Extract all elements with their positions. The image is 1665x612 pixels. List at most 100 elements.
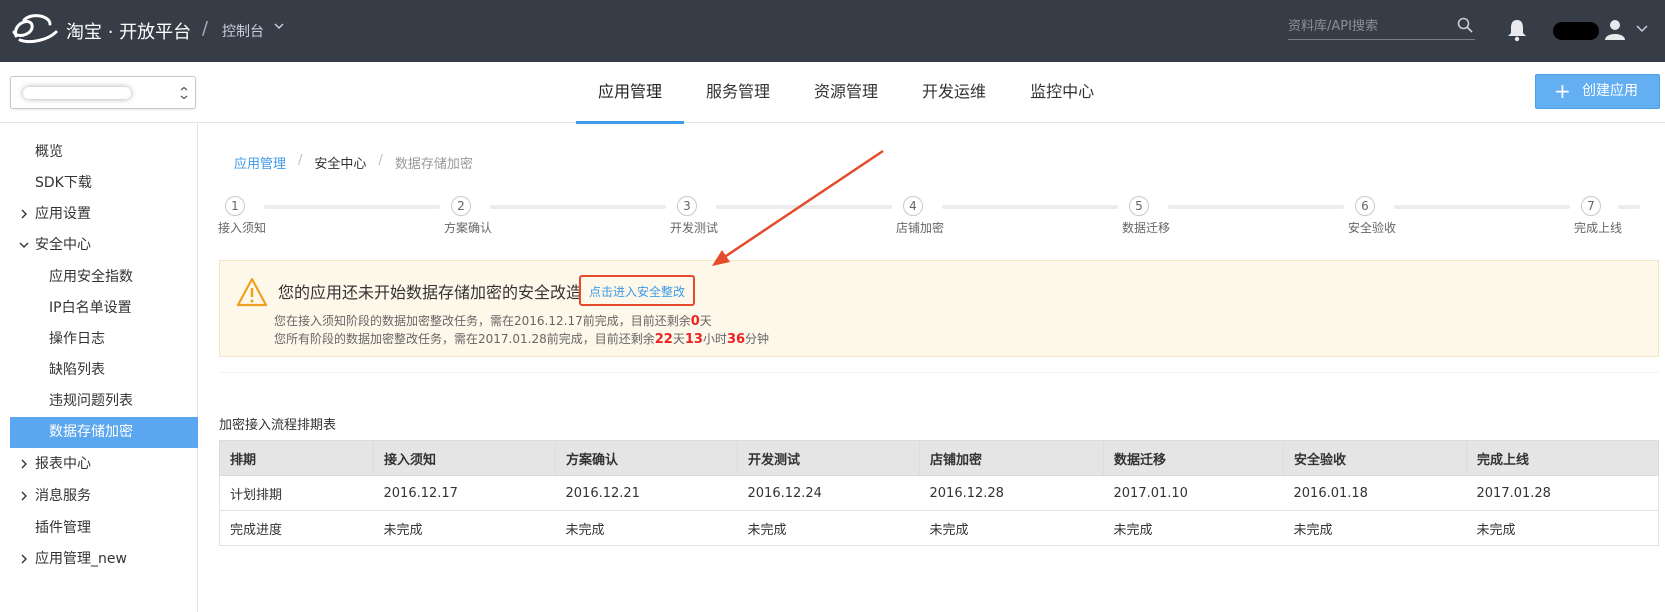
step-connector: [1168, 205, 1344, 209]
table-cell: 2016.01.18: [1283, 475, 1467, 511]
tab-resource-management[interactable]: 资源管理: [792, 62, 900, 123]
days-remaining: 22: [654, 332, 673, 347]
table-cell: 未完成: [1466, 510, 1659, 546]
plus-icon: +: [1554, 79, 1571, 103]
alert-link-highlight: 点击进入安全整改: [579, 275, 695, 306]
step-6: 6 安全验收: [1348, 196, 1396, 236]
sidebar-item-app-settings[interactable]: 应用设置: [10, 199, 198, 230]
table-cell: 未完成: [555, 510, 738, 546]
table-cell: 2016.12.24: [737, 475, 920, 511]
sidebar-item-security-index[interactable]: 应用安全指数: [10, 262, 198, 293]
breadcrumb-app-management[interactable]: 应用管理: [234, 153, 286, 172]
tab-app-management[interactable]: 应用管理: [576, 62, 685, 124]
bell-icon[interactable]: [1506, 18, 1528, 42]
sidebar-item-security-center[interactable]: 安全中心: [10, 230, 198, 261]
step-label: 方案确认: [444, 221, 493, 235]
step-label: 完成上线: [1574, 221, 1623, 235]
sidebar-item-label: 安全中心: [35, 237, 91, 253]
step-progress: 1 接入须知 2 方案确认 3 开发测试 4 店铺加密 5 数据迁移 6 安全验…: [218, 196, 1648, 236]
table-cell: 2017.01.10: [1103, 475, 1284, 511]
chevron-right-icon: [21, 491, 27, 501]
chevron-down-icon: [19, 242, 29, 248]
sidebar-item-label: 报表中心: [35, 456, 91, 472]
step-label: 店铺加密: [896, 221, 945, 235]
alert-title: 您的应用还未开始数据存储加密的安全改造: [278, 283, 583, 302]
column-header: 店铺加密: [919, 440, 1104, 476]
brand-title[interactable]: 淘宝 · 开放平台: [66, 18, 191, 44]
step-connector: [942, 205, 1118, 209]
security-alert: 您的应用还未开始数据存储加密的安全改造 点击进入安全整改 您在接入须知阶段的数据…: [219, 260, 1659, 357]
sidebar-item-report-center[interactable]: 报表中心: [10, 449, 198, 480]
alert-deadline-stage: 您在接入须知阶段的数据加密整改任务，需在2016.12.17前完成，目前还剩余0…: [274, 312, 712, 329]
step-number: 4: [903, 196, 923, 216]
warning-icon: [236, 277, 268, 307]
sidebar-item-defect-list[interactable]: 缺陷列表: [10, 355, 198, 386]
sidebar-item-app-management-new[interactable]: 应用管理_new: [10, 544, 198, 575]
tab-devops[interactable]: 开发运维: [900, 62, 1008, 123]
step-number: 3: [677, 196, 697, 216]
sidebar-item-sdk-download[interactable]: SDK下载: [10, 168, 198, 199]
chevron-right-icon: [21, 209, 27, 219]
column-header: 开发测试: [737, 440, 920, 476]
table-cell: 未完成: [373, 510, 556, 546]
create-app-label: 创建应用: [1582, 83, 1638, 99]
breadcrumb-security-center[interactable]: 安全中心: [314, 153, 366, 172]
table-cell: 2016.12.21: [555, 475, 738, 511]
console-menu[interactable]: 控制台: [222, 21, 264, 41]
table-cell: 2017.01.28: [1466, 475, 1659, 511]
column-header: 完成上线: [1466, 440, 1659, 476]
sidebar-item-violation-list[interactable]: 违规问题列表: [10, 386, 198, 417]
chevron-right-icon: [21, 554, 27, 564]
sidebar-item-ip-whitelist[interactable]: IP白名单设置: [10, 293, 198, 324]
step-number: 1: [225, 196, 245, 216]
step-3: 3 开发测试: [670, 196, 718, 236]
app-selector[interactable]: [10, 76, 196, 109]
chevron-right-icon: [21, 459, 27, 469]
search-input[interactable]: [1288, 14, 1448, 38]
hours-remaining: 13: [684, 332, 703, 347]
header-separator: /: [202, 18, 209, 39]
sidebar-item-label: 应用设置: [35, 206, 91, 222]
table-cell: 未完成: [1103, 510, 1284, 546]
alert-text: 您在接入须知阶段的数据加密整改任务，需在2016.12.17前完成，目前还剩余: [274, 314, 691, 328]
step-connector: [264, 205, 440, 209]
alert-text: 分钟: [745, 332, 770, 346]
step-4: 4 店铺加密: [896, 196, 944, 236]
sidebar-item-data-encryption[interactable]: 数据存储加密: [10, 417, 198, 448]
sidebar-item-message-service[interactable]: 消息服务: [10, 481, 198, 512]
taobao-logo[interactable]: [10, 14, 60, 46]
alert-text: 小时: [702, 332, 727, 346]
table-cell: 未完成: [1283, 510, 1467, 546]
step-number: 7: [1581, 196, 1601, 216]
minutes-remaining: 36: [726, 332, 746, 347]
sidebar-item-overview[interactable]: 概览: [10, 137, 198, 168]
create-app-button[interactable]: + 创建应用: [1535, 74, 1660, 109]
username-redacted[interactable]: [1553, 22, 1599, 40]
table-header-row: 排期 接入须知 方案确认 开发测试 店铺加密 数据迁移 安全验收 完成上线: [219, 440, 1659, 476]
sidebar-item-operation-log[interactable]: 操作日志: [10, 324, 198, 355]
top-bar: 淘宝 · 开放平台 / 控制台: [0, 0, 1665, 62]
tab-monitoring[interactable]: 监控中心: [1008, 62, 1116, 123]
chevron-down-icon[interactable]: [1636, 24, 1648, 34]
table-row: 完成进度 未完成 未完成 未完成 未完成 未完成 未完成 未完成: [219, 510, 1659, 546]
step-label: 接入须知: [218, 221, 267, 235]
security-rectify-link[interactable]: 点击进入安全整改: [589, 283, 685, 300]
step-5: 5 数据迁移: [1122, 196, 1170, 236]
schedule-table-title: 加密接入流程排期表: [219, 418, 337, 433]
sidebar-item-plugin-management[interactable]: 插件管理: [10, 513, 198, 544]
step-7: 7 完成上线: [1574, 196, 1622, 236]
table-cell: 2016.12.28: [919, 475, 1104, 511]
alert-text: 天: [672, 332, 685, 346]
alert-deadline-all: 您所有阶段的数据加密整改任务，需在2017.01.28前完成，目前还剩余22天1…: [274, 330, 769, 347]
step-label: 数据迁移: [1122, 221, 1171, 235]
api-search: [1288, 14, 1475, 40]
section-divider: [219, 372, 1659, 373]
table-cell: 未完成: [919, 510, 1104, 546]
breadcrumb-current: 数据存储加密: [394, 157, 473, 172]
table-cell: 未完成: [737, 510, 920, 546]
tab-service-management[interactable]: 服务管理: [684, 62, 792, 123]
search-icon[interactable]: [1457, 17, 1473, 33]
alert-text: 天: [699, 314, 712, 328]
user-icon[interactable]: [1604, 18, 1626, 40]
chevron-down-icon[interactable]: [274, 20, 284, 32]
